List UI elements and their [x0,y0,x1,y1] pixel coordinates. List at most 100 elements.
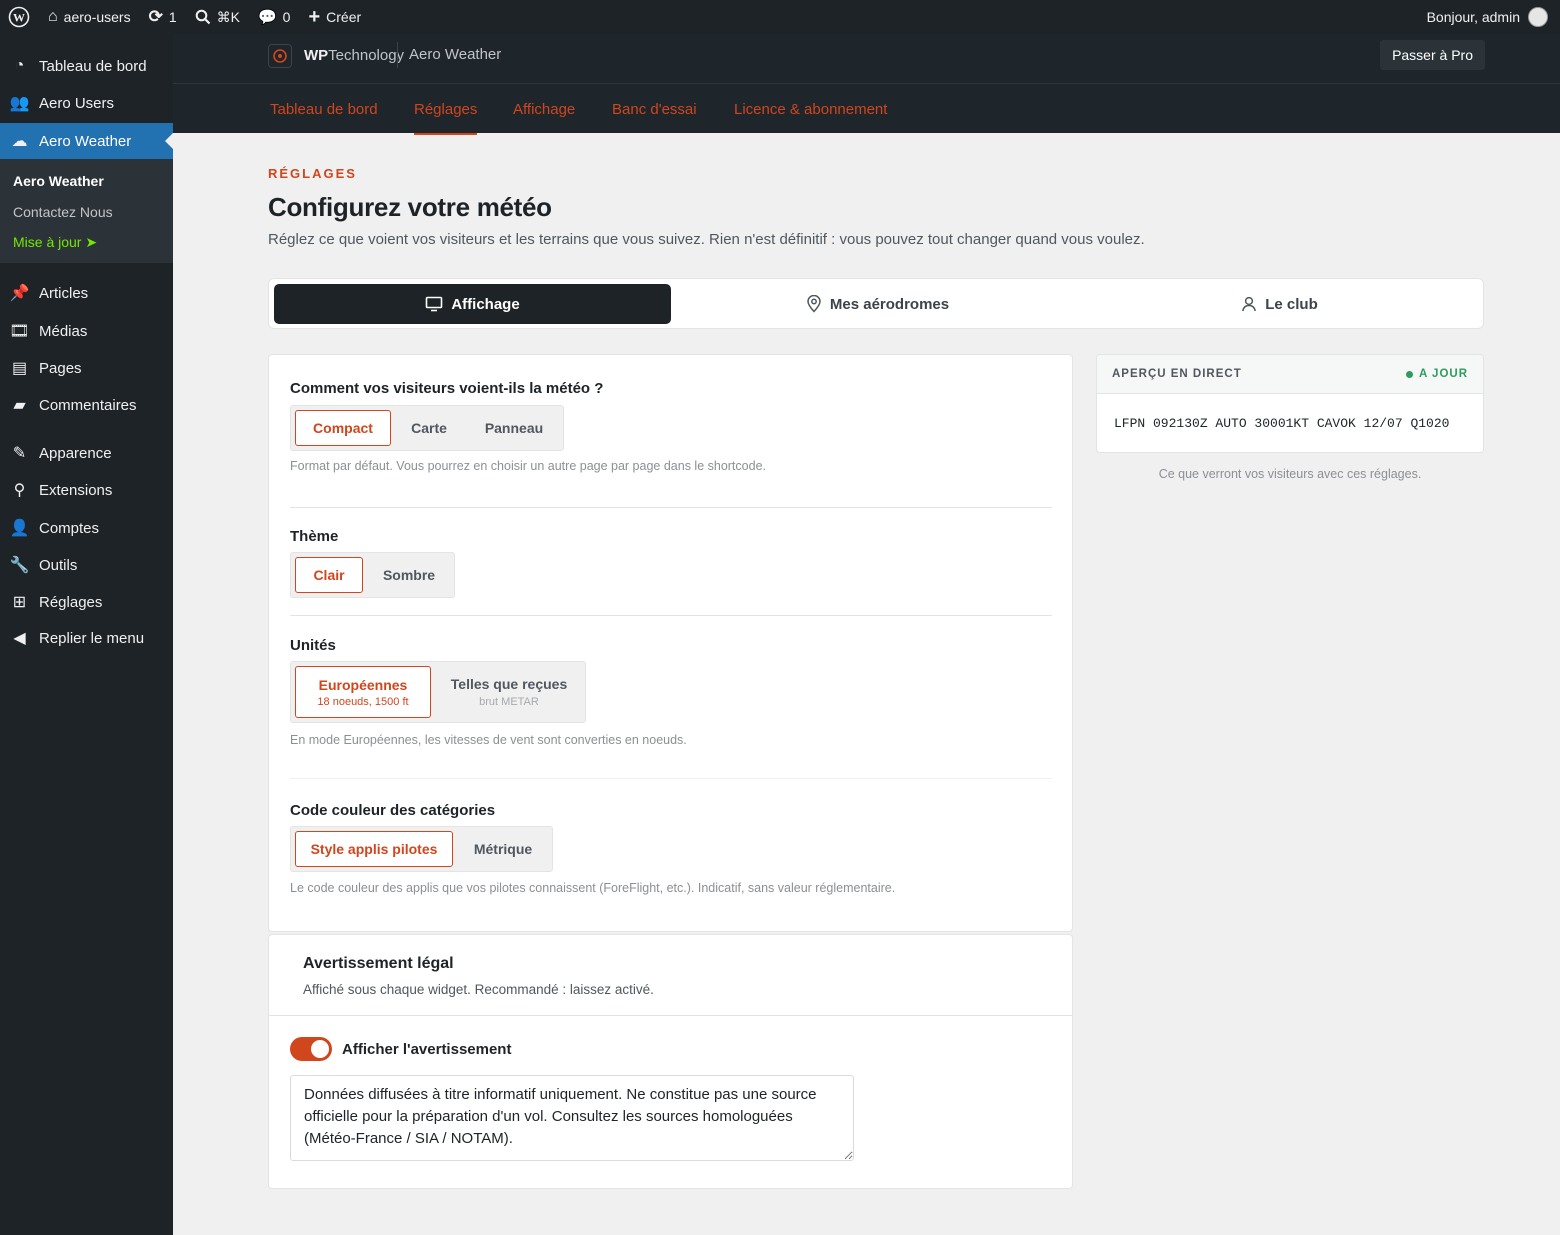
plus-icon: + [308,5,321,28]
sidebar-item-media[interactable]: 🎞 Médias [0,313,173,349]
site-name-link[interactable]: ⌂ aero-users [39,0,140,34]
settings-icon: ⊞ [12,594,27,611]
my-account[interactable]: Bonjour, admin [1427,7,1560,27]
greeting: Bonjour, admin [1426,9,1520,25]
format-option-card[interactable]: Carte [395,410,463,446]
updates-count: 1 [168,9,177,25]
tab-display[interactable]: Affichage [274,284,671,324]
sidebar-item-label: Réglages [39,593,103,611]
sidebar-item-appearance[interactable]: ✎ Apparence [0,435,173,471]
updates-link[interactable]: ⟳ 1 [140,0,186,34]
settings-tabs: Affichage Mes aérodromes Le club [268,278,1484,329]
tab-aerodromes[interactable]: Mes aérodromes [679,284,1076,324]
new-content-link[interactable]: + Créer [299,0,370,34]
color-option-pilot-apps[interactable]: Style applis pilotes [295,831,453,867]
show-disclaimer-label: Afficher l'avertissement [342,1040,512,1058]
divider [290,778,1052,779]
disclaimer-textarea[interactable]: Données diffusées à titre informatif uni… [290,1075,854,1161]
color-option-metric[interactable]: Métrique [457,831,549,867]
page-lead: Réglez ce que voient vos visiteurs et le… [268,231,1145,248]
brand-tech: Technology [328,47,405,64]
collapse-menu-button[interactable]: ◀ Replier le menu [0,620,173,656]
format-hint: Format par défaut. Vous pourrez en chois… [290,459,766,473]
nav-tab-settings[interactable]: Réglages [414,101,478,135]
tab-club[interactable]: Le club [1081,284,1478,324]
admin-sidebar: ◔ Tableau de bord 👥 Aero Users ☁ Aero Weath… [0,34,173,1235]
preview-status-label: A JOUR [1418,368,1468,380]
pin-icon: 📌 [9,285,30,302]
submenu-contact[interactable]: Contactez Nous [13,204,113,220]
sidebar-item-aero-users[interactable]: 👥 Aero Users [0,85,173,121]
search-shortcut-label: ⌘K [216,8,240,25]
tab-display-label: Affichage [451,295,520,313]
format-option-panel[interactable]: Panneau [467,410,561,446]
tab-club-label: Le club [1265,295,1318,313]
header-divider [397,42,398,68]
theme-selector: Clair Sombre [290,552,455,598]
location-pin-icon [807,295,821,313]
submenu-update[interactable]: Mise à jour ➤ [13,234,97,251]
units-option-raw[interactable]: Telles que reçues brut METAR [435,666,583,718]
display-settings-card: Comment vos visiteurs voient-ils la mété… [268,354,1073,932]
units-label: Unités [290,637,336,654]
format-question: Comment vos visiteurs voient-ils la mété… [290,380,604,397]
sidebar-item-plugins[interactable]: ⚲ Extensions [0,472,173,508]
submenu-update-label: Mise à jour [13,234,82,250]
legal-description: Affiché sous chaque widget. Recommandé :… [303,982,654,997]
sidebar-item-label: Aero Weather [39,132,132,150]
color-code-label: Code couleur des catégories [290,802,496,819]
page-title: Configurez votre météo [268,192,552,222]
tab-aerodromes-label: Mes aérodromes [829,295,950,313]
comments-link[interactable]: 💬 0 [249,0,299,34]
theme-option-dark[interactable]: Sombre [367,557,451,593]
nav-tab-display[interactable]: Affichage [513,101,575,118]
sidebar-item-aero-weather[interactable]: ☁ Aero Weather [0,123,173,159]
sidebar-item-pages[interactable]: ▤ Pages [0,350,173,386]
sidebar-item-articles[interactable]: 📌 Articles [0,275,173,311]
sidebar-item-label: Aero Users [39,94,115,112]
sidebar-item-label: Pages [39,359,82,377]
plugin-nav: Tableau de bord Réglages Affichage Banc … [173,84,1560,135]
submenu-aero-weather[interactable]: Aero Weather [13,173,104,189]
target-icon [273,49,287,63]
plugin-logo [268,44,292,68]
upgrade-pro-button[interactable]: Passer à Pro [1380,40,1485,70]
sidebar-item-label: Comptes [39,519,100,537]
legal-notice-card: Avertissement légal Affiché sous chaque … [268,934,1073,1189]
units-raw-title: Telles que reçues [450,676,568,692]
units-selector: Européennes 18 noeuds, 1500 ft Telles qu… [290,661,586,723]
sidebar-item-settings[interactable]: ⊞ Réglages [0,584,173,620]
sidebar-item-comments[interactable]: ▰ Commentaires [0,387,173,423]
nav-tab-license[interactable]: Licence & abonnement [734,101,887,118]
theme-option-light[interactable]: Clair [295,557,363,593]
divider [290,615,1052,616]
user-icon [1242,296,1257,312]
wordpress-logo-icon[interactable]: W [0,0,39,34]
home-icon: ⌂ [48,8,58,25]
color-code-hint: Le code couleur des applis que vos pilot… [290,881,896,895]
comments-count: 0 [282,9,291,25]
preview-title: APERÇU EN DIRECT [1112,368,1242,380]
brush-icon: ✎ [12,445,27,462]
preview-caption: Ce que verront vos visiteurs avec ces ré… [1158,467,1422,481]
brand-name: WPTechnology [304,47,404,64]
metar-preview: LFPN 092130Z AUTO 30001KT CAVOK 12/07 Q1… [1114,416,1450,431]
nav-tab-dashboard[interactable]: Tableau de bord [270,101,378,118]
sidebar-item-dashboard[interactable]: ◔ Tableau de bord [0,48,173,84]
show-disclaimer-toggle[interactable] [290,1037,332,1061]
sidebar-item-label: Commentaires [39,396,137,414]
preview-status: A JOUR [1405,368,1468,380]
brand-wp: WP [304,47,329,64]
page-eyebrow: RÉGLAGES [268,166,357,181]
site-name: aero-users [63,9,131,25]
nav-tab-test-bench[interactable]: Banc d'essai [612,101,697,118]
sidebar-item-users[interactable]: 👤 Comptes [0,510,173,546]
search-shortcut[interactable]: ⌘K [186,0,249,34]
sidebar-item-tools[interactable]: 🔧 Outils [0,547,173,583]
legal-title: Avertissement légal [303,955,454,972]
media-icon: 🎞 [9,323,30,340]
units-option-european[interactable]: Européennes 18 noeuds, 1500 ft [295,666,431,718]
aero-weather-submenu: Aero Weather Contactez Nous Mise à jour … [0,159,173,263]
format-option-compact[interactable]: Compact [295,410,391,446]
cloud-icon: ☁ [11,133,28,150]
